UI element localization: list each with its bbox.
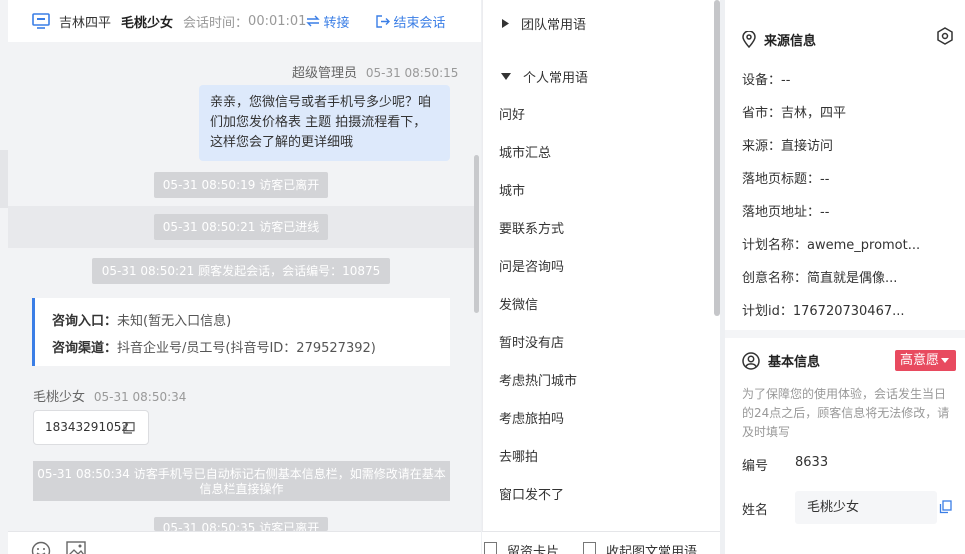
system-message-phone-note: 05-31 08:50:34 访客手机号已自动标记右侧基本信息栏，如需修改请在基… (33, 461, 450, 501)
image-icon[interactable] (66, 541, 86, 554)
intent-badge[interactable]: 高意愿 (895, 350, 956, 371)
source-row: 来源：直接访问 (742, 139, 834, 154)
agent-name: 超级管理员 (292, 66, 358, 81)
user-circle-icon (742, 351, 760, 370)
plan-name-row: 计划名称：aweme_promot... (742, 238, 921, 253)
chat-panel: 吉林四平 毛桃少女 会话时间： 00:01:01 转接 结束会话 超级管理员 0… (0, 0, 481, 554)
phrase-item[interactable]: 发微信 (499, 294, 538, 313)
group-personal-label: 个人常用语 (523, 71, 589, 86)
monitor-icon (32, 13, 50, 29)
phrase-item[interactable]: 考虑热门城市 (499, 370, 577, 389)
phrase-item[interactable]: 城市 (499, 180, 525, 199)
chat-scrollbar[interactable] (474, 155, 479, 313)
source-info-title: 来源信息 (742, 30, 816, 49)
system-message-start: 05-31 08:50:21 顾客发起会话，会话编号：10875 (92, 258, 390, 284)
copy-icon[interactable] (939, 500, 952, 514)
province-city-row: 省市：吉林，四平 (742, 106, 847, 121)
duration-label: 会话时间： (183, 15, 249, 31)
creative-name-row: 创意名称：简直就是偶像... (742, 271, 898, 286)
chat-header: 吉林四平 毛桃少女 会话时间： 00:01:01 转接 结束会话 (8, 0, 481, 42)
name-label: 姓名 (742, 503, 769, 518)
device-row: 设备：-- (742, 73, 791, 88)
id-value: 8633 (795, 455, 829, 470)
group-team-label: 团队常用语 (521, 18, 587, 33)
phrase-item[interactable]: 问好 (499, 104, 525, 123)
basic-info-note: 为了保障您的使用体验，会话发生当日的24点之后，顾客信息将无法修改，请及时填写 (742, 387, 950, 439)
landing-title-row: 落地页标题：-- (742, 172, 830, 187)
caret-down-icon (501, 73, 511, 80)
agent-time: 05-31 08:50:15 (365, 66, 459, 80)
transfer-icon (306, 15, 321, 27)
phrase-item[interactable]: 考虑旅拍吗 (499, 408, 564, 427)
card-checkbox-icon[interactable] (484, 542, 497, 554)
visitor-phone: 18343291052 (45, 420, 129, 434)
phrase-item[interactable]: 窗口发不了 (499, 484, 564, 503)
visitor-location: 吉林四平 (59, 15, 112, 31)
source-info-label: 来源信息 (764, 34, 817, 49)
visitor-msg-name: 毛桃少女 (33, 390, 86, 405)
basic-info-title: 基本信息 (742, 351, 820, 370)
phrase-item[interactable]: 城市汇总 (499, 142, 551, 161)
duration-value: 00:01:01 (248, 13, 307, 29)
settings-hex-icon[interactable] (936, 27, 954, 45)
visitor-name: 毛桃少女 (121, 15, 174, 31)
group-team-phrases[interactable]: 团队常用语 (502, 14, 586, 33)
system-message-enter: 05-31 08:50:21 访客已进线 (154, 214, 328, 240)
left-scroll-indicator (0, 150, 8, 208)
name-field[interactable]: 毛桃少女 (795, 491, 937, 524)
agent-message-meta: 超级管理员 05-31 08:50:15 (292, 62, 458, 81)
system-message-partial: 05-31 08:50:35 访客已离开 (154, 517, 328, 531)
visitor-msg-time: 05-31 08:50:34 (93, 390, 187, 404)
landing-url-row: 落地页地址：-- (742, 205, 830, 220)
channel-value: 抖音企业号/员工号(抖音号ID：279527392) (117, 341, 376, 356)
copy-icon[interactable] (123, 422, 135, 434)
id-label: 编号 (742, 459, 769, 474)
system-message-left: 05-31 08:50:19 访客已离开 (154, 172, 328, 198)
emoji-icon[interactable] (31, 541, 51, 554)
agent-message-bubble: 亲亲，您微信号或者手机号多少呢？咱们加您发价格表 主题 拍摄流程看下，这样您会了… (199, 85, 450, 161)
visitor-message-meta: 毛桃少女 05-31 08:50:34 (33, 386, 186, 405)
plan-id-row: 计划id：176720730467... (742, 304, 905, 319)
footer-collapse-label[interactable]: 收起图文常用语 (606, 541, 697, 554)
consult-info-card: 咨询入口：未知(暂无入口信息) 咨询渠道：抖音企业号/员工号(抖音号ID：279… (32, 298, 450, 366)
location-pin-icon (742, 31, 756, 48)
section-divider (725, 330, 965, 338)
end-session-label: 结束会话 (393, 15, 446, 31)
channel-key: 咨询渠道： (52, 341, 118, 356)
phrase-item[interactable]: 问是咨询吗 (499, 256, 564, 275)
entry-value: 未知(暂无入口信息) (117, 314, 232, 329)
dropdown-icon (941, 358, 949, 363)
entry-key: 咨询入口： (52, 314, 118, 329)
phrase-panel: 团队常用语 个人常用语 问好 城市汇总 城市 要联系方式 问是咨询吗 发微信 暂… (482, 0, 720, 554)
visitor-phone-bubble: 18343291052 (33, 410, 149, 445)
phrase-item[interactable]: 去哪拍 (499, 446, 538, 465)
phrase-item[interactable]: 暂时没有店 (499, 332, 564, 351)
footer-card-label[interactable]: 留资卡片 (507, 541, 559, 554)
exit-icon (376, 14, 391, 28)
end-session-button[interactable]: 结束会话 (376, 12, 445, 31)
transfer-button[interactable]: 转接 (306, 12, 349, 31)
chat-toolbar (8, 531, 481, 554)
intent-badge-label: 高意愿 (900, 353, 940, 368)
caret-right-icon (502, 19, 509, 28)
basic-info-label: 基本信息 (768, 355, 821, 370)
group-personal-phrases[interactable]: 个人常用语 (501, 67, 588, 86)
transfer-label: 转接 (323, 15, 350, 31)
phrase-item[interactable]: 要联系方式 (499, 218, 564, 237)
collapse-checkbox-icon[interactable] (583, 542, 596, 554)
phrase-footer: 留资卡片 收起图文常用语 (482, 531, 720, 554)
